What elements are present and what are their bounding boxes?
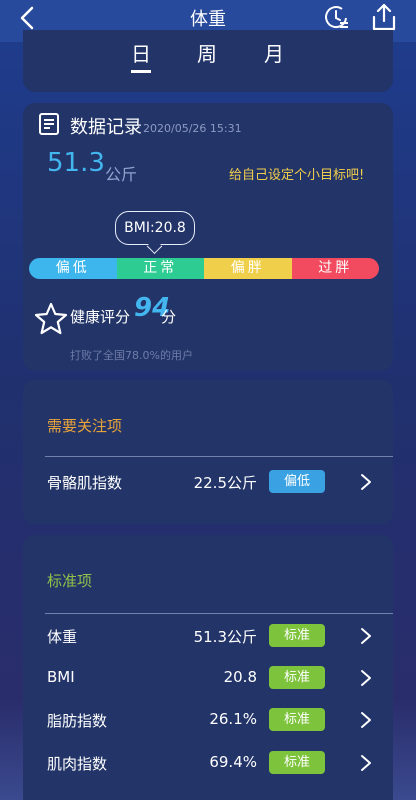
list-item[interactable]: 体重 51.3公斤 标准 [23, 616, 393, 656]
chevron-right-icon [361, 628, 371, 644]
chevron-right-icon [361, 755, 371, 771]
item-value: 26.1% [209, 710, 257, 728]
rank-text: 打败了全国78.0%的用户 [70, 349, 193, 362]
standard-card: 标准项 体重 51.3公斤 标准 BMI 20.8 标准 脂肪指数 26.1% … [23, 535, 393, 800]
data-record-card: 数据记录 2020/05/26 15:31 51.3 公斤 给自己设定个小目标吧… [23, 103, 393, 371]
item-value: 20.8 [223, 668, 257, 686]
status-badge: 标准 [269, 708, 325, 731]
chevron-right-icon [361, 670, 371, 686]
page-title: 体重 [190, 9, 226, 30]
set-goal-link[interactable]: 给自己设定个小目标吧! [229, 164, 364, 183]
health-score-unit: 分 [161, 308, 177, 326]
bmi-segment-fat: 偏胖 [204, 258, 292, 279]
list-item[interactable]: 脂肪指数 26.1% 标准 [23, 700, 393, 740]
bmi-segment-over: 过胖 [291, 258, 379, 279]
attention-title: 需要关注项 [47, 417, 123, 435]
item-name: BMI [47, 668, 75, 686]
bmi-scale-bar: 偏低 正常 偏胖 过胖 [29, 258, 379, 279]
divider [45, 613, 393, 614]
weight-value: 51.3 [47, 148, 105, 178]
list-item[interactable]: 骨骼肌指数 22.5公斤 偏低 [23, 462, 393, 502]
health-score-label: 健康评分 [70, 308, 131, 326]
tab-month[interactable]: 月 [254, 38, 294, 67]
tab-week[interactable]: 周 [187, 38, 227, 67]
list-item[interactable]: BMI 20.8 标准 [23, 658, 393, 698]
item-name: 脂肪指数 [47, 712, 108, 730]
status-badge: 标准 [269, 666, 325, 689]
record-timestamp: 2020/05/26 15:31 [143, 122, 242, 135]
star-icon [34, 302, 68, 335]
bmi-bubble: BMI:20.8 [115, 211, 195, 245]
clock-history-icon[interactable] [322, 3, 350, 31]
bmi-segment-normal: 正常 [116, 258, 204, 279]
chevron-right-icon [361, 474, 371, 490]
chevron-right-icon [361, 712, 371, 728]
weight-unit: 公斤 [105, 165, 138, 184]
period-tabs: 日 周 月 [23, 30, 393, 92]
share-icon[interactable] [368, 1, 400, 33]
standard-title: 标准项 [47, 572, 93, 590]
bmi-segment-low: 偏低 [29, 258, 117, 279]
item-name: 骨骼肌指数 [47, 474, 123, 492]
document-icon [39, 113, 59, 135]
item-value: 69.4% [209, 753, 257, 771]
item-value: 51.3公斤 [193, 628, 257, 646]
status-badge: 标准 [269, 751, 325, 774]
item-name: 肌肉指数 [47, 755, 108, 773]
list-item[interactable]: 肌肉指数 69.4% 标准 [23, 743, 393, 783]
item-name: 体重 [47, 628, 78, 646]
tab-day[interactable]: 日 [121, 38, 161, 73]
item-value: 22.5公斤 [193, 474, 257, 492]
record-title: 数据记录 [70, 117, 142, 138]
status-badge: 标准 [269, 624, 325, 647]
divider [45, 456, 393, 457]
status-badge: 偏低 [269, 470, 325, 493]
attention-card: 需要关注项 骨骼肌指数 22.5公斤 偏低 [23, 380, 393, 524]
